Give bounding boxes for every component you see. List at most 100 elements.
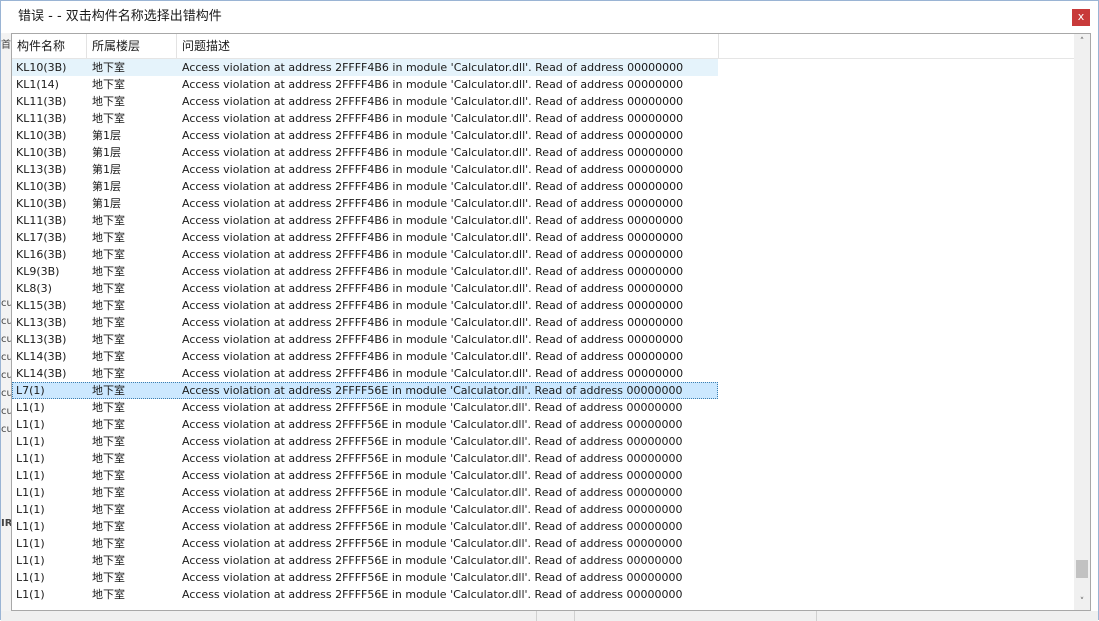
table-row[interactable]: KL14(3B) 地下室 Access violation at address 2…: [12, 348, 718, 365]
cell-description: Access violation at address 2FFFF4B6 in …: [182, 316, 684, 329]
table-row[interactable]: KL16(3B) 地下室 Access violation at address 2…: [12, 246, 718, 263]
cell-component-name[interactable]: L1(1): [16, 467, 86, 484]
table-row[interactable]: L7(1) 地下室 Access violation at address 2FFF…: [12, 382, 718, 399]
table-row[interactable]: KL10(3B) 第1层 Access violation at address 2…: [12, 178, 718, 195]
table-row[interactable]: L1(1) 地下室 Access violation at address 2FFF…: [12, 484, 718, 501]
title-bar[interactable]: 错误 - - 双击构件名称选择出错构件 x: [1, 1, 1098, 33]
cell-floor: 地下室: [92, 554, 125, 567]
table-row[interactable]: KL8(3) 地下室 Access violation at address 2FF…: [12, 280, 718, 297]
table-row[interactable]: KL10(3B) 地下室 Access violation at address 2…: [12, 59, 718, 76]
cell-floor: 地下室: [92, 503, 125, 516]
cell-component-name[interactable]: L1(1): [16, 501, 86, 518]
table-row[interactable]: L1(1) 地下室 Access violation at address 2FFF…: [12, 450, 718, 467]
cell-component-name[interactable]: KL10(3B): [16, 178, 86, 195]
cell-component-name[interactable]: L1(1): [16, 450, 86, 467]
cell-component-name[interactable]: KL15(3B): [16, 297, 86, 314]
chevron-up-icon[interactable]: ˄: [1074, 34, 1090, 50]
cell-description: Access violation at address 2FFFF4B6 in …: [182, 197, 684, 210]
table-row[interactable]: KL10(3B) 第1层 Access violation at address 2…: [12, 127, 718, 144]
table-row[interactable]: L1(1) 地下室 Access violation at address 2FFF…: [12, 552, 718, 569]
cell-component-name[interactable]: KL11(3B): [16, 110, 86, 127]
background-text: cu: [1, 370, 11, 381]
table-row[interactable]: KL11(3B) 地下室 Access violation at address 2…: [12, 110, 718, 127]
cell-component-name[interactable]: L1(1): [16, 586, 86, 603]
cell-component-name[interactable]: KL13(3B): [16, 314, 86, 331]
cell-description: Access violation at address 2FFFF4B6 in …: [182, 231, 684, 244]
cell-component-name[interactable]: KL10(3B): [16, 144, 86, 161]
cell-component-name[interactable]: KL9(3B): [16, 263, 86, 280]
table-row[interactable]: KL15(3B) 地下室 Access violation at address 2…: [12, 297, 718, 314]
table-row[interactable]: KL13(3B) 地下室 Access violation at address 2…: [12, 331, 718, 348]
cell-component-name[interactable]: KL16(3B): [16, 246, 86, 263]
cell-component-name[interactable]: KL13(3B): [16, 331, 86, 348]
cell-description: Access violation at address 2FFFF4B6 in …: [182, 265, 684, 278]
cell-component-name[interactable]: L1(1): [16, 569, 86, 586]
cell-description: Access violation at address 2FFFF4B6 in …: [182, 299, 684, 312]
cell-description: Access violation at address 2FFFF56E in …: [182, 503, 683, 516]
cell-description: Access violation at address 2FFFF4B6 in …: [182, 367, 684, 380]
cell-floor: 地下室: [92, 282, 125, 295]
cell-component-name[interactable]: KL8(3): [16, 280, 86, 297]
cell-component-name[interactable]: KL10(3B): [16, 59, 86, 76]
cell-description: Access violation at address 2FFFF4B6 in …: [182, 95, 684, 108]
cell-component-name[interactable]: L1(1): [16, 535, 86, 552]
cell-floor: 第1层: [92, 146, 121, 159]
close-button[interactable]: x: [1072, 9, 1090, 26]
cell-component-name[interactable]: KL13(3B): [16, 161, 86, 178]
cell-floor: 地下室: [92, 299, 125, 312]
cell-description: Access violation at address 2FFFF4B6 in …: [182, 112, 684, 125]
cell-component-name[interactable]: KL14(3B): [16, 348, 86, 365]
table-row[interactable]: KL13(3B) 地下室 Access violation at address 2…: [12, 314, 718, 331]
cell-description: Access violation at address 2FFFF4B6 in …: [182, 78, 684, 91]
table-row[interactable]: L1(1) 地下室 Access violation at address 2FFF…: [12, 501, 718, 518]
chevron-down-icon[interactable]: ˅: [1074, 594, 1090, 610]
cell-component-name[interactable]: KL10(3B): [16, 195, 86, 212]
cell-floor: 地下室: [92, 350, 125, 363]
table-row[interactable]: L1(1) 地下室 Access violation at address 2FFF…: [12, 569, 718, 586]
list-header: 构件名称 所属楼层 问题描述: [12, 34, 1074, 59]
cell-description: Access violation at address 2FFFF4B6 in …: [182, 350, 684, 363]
table-row[interactable]: L1(1) 地下室 Access violation at address 2FFF…: [12, 535, 718, 552]
cell-component-name[interactable]: KL11(3B): [16, 93, 86, 110]
table-row[interactable]: L1(1) 地下室 Access violation at address 2FFF…: [12, 518, 718, 535]
cell-component-name[interactable]: KL10(3B): [16, 127, 86, 144]
cell-floor: 地下室: [92, 316, 125, 329]
cell-component-name[interactable]: KL14(3B): [16, 365, 86, 382]
table-row[interactable]: KL9(3B) 地下室 Access violation at address 2F…: [12, 263, 718, 280]
cell-floor: 第1层: [92, 197, 121, 210]
cell-component-name[interactable]: L1(1): [16, 416, 86, 433]
table-row[interactable]: L1(1) 地下室 Access violation at address 2FFF…: [12, 433, 718, 450]
background-text: cu: [1, 424, 11, 435]
vertical-scrollbar[interactable]: ˄ ˅: [1074, 34, 1090, 610]
table-row[interactable]: KL14(3B) 地下室 Access violation at address 2…: [12, 365, 718, 382]
column-header-floor[interactable]: 所属楼层: [87, 34, 177, 58]
table-row[interactable]: L1(1) 地下室 Access violation at address 2FFF…: [12, 399, 718, 416]
table-row[interactable]: KL11(3B) 地下室 Access violation at address 2…: [12, 93, 718, 110]
table-row[interactable]: KL10(3B) 第1层 Access violation at address 2…: [12, 144, 718, 161]
cell-component-name[interactable]: KL17(3B): [16, 229, 86, 246]
table-row[interactable]: KL1(14) 地下室 Access violation at address 2F…: [12, 76, 718, 93]
table-row[interactable]: L1(1) 地下室 Access violation at address 2FFF…: [12, 586, 718, 603]
table-row[interactable]: KL13(3B) 第1层 Access violation at address 2…: [12, 161, 718, 178]
background-text: cu: [1, 316, 11, 327]
table-row[interactable]: KL17(3B) 地下室 Access violation at address 2…: [12, 229, 718, 246]
table-row[interactable]: L1(1) 地下室 Access violation at address 2FFF…: [12, 467, 718, 484]
table-row[interactable]: L1(1) 地下室 Access violation at address 2FFF…: [12, 416, 718, 433]
column-header-description[interactable]: 问题描述: [177, 34, 719, 58]
column-header-name[interactable]: 构件名称: [12, 34, 87, 58]
table-row[interactable]: KL11(3B) 地下室 Access violation at address 2…: [12, 212, 718, 229]
cell-component-name[interactable]: L7(1): [16, 382, 86, 399]
cell-component-name[interactable]: L1(1): [16, 552, 86, 569]
background-text: 首: [1, 40, 11, 51]
table-row[interactable]: KL10(3B) 第1层 Access violation at address 2…: [12, 195, 718, 212]
error-list[interactable]: 构件名称 所属楼层 问题描述 KL10(3B) 地下室 Access violati…: [11, 33, 1091, 611]
cell-component-name[interactable]: KL1(14): [16, 76, 86, 93]
cell-component-name[interactable]: L1(1): [16, 484, 86, 501]
cell-description: Access violation at address 2FFFF4B6 in …: [182, 129, 684, 142]
cell-description: Access violation at address 2FFFF4B6 in …: [182, 333, 684, 346]
cell-component-name[interactable]: KL11(3B): [16, 212, 86, 229]
cell-component-name[interactable]: L1(1): [16, 433, 86, 450]
cell-component-name[interactable]: L1(1): [16, 399, 86, 416]
cell-component-name[interactable]: L1(1): [16, 518, 86, 535]
scrollbar-thumb[interactable]: [1076, 560, 1088, 579]
